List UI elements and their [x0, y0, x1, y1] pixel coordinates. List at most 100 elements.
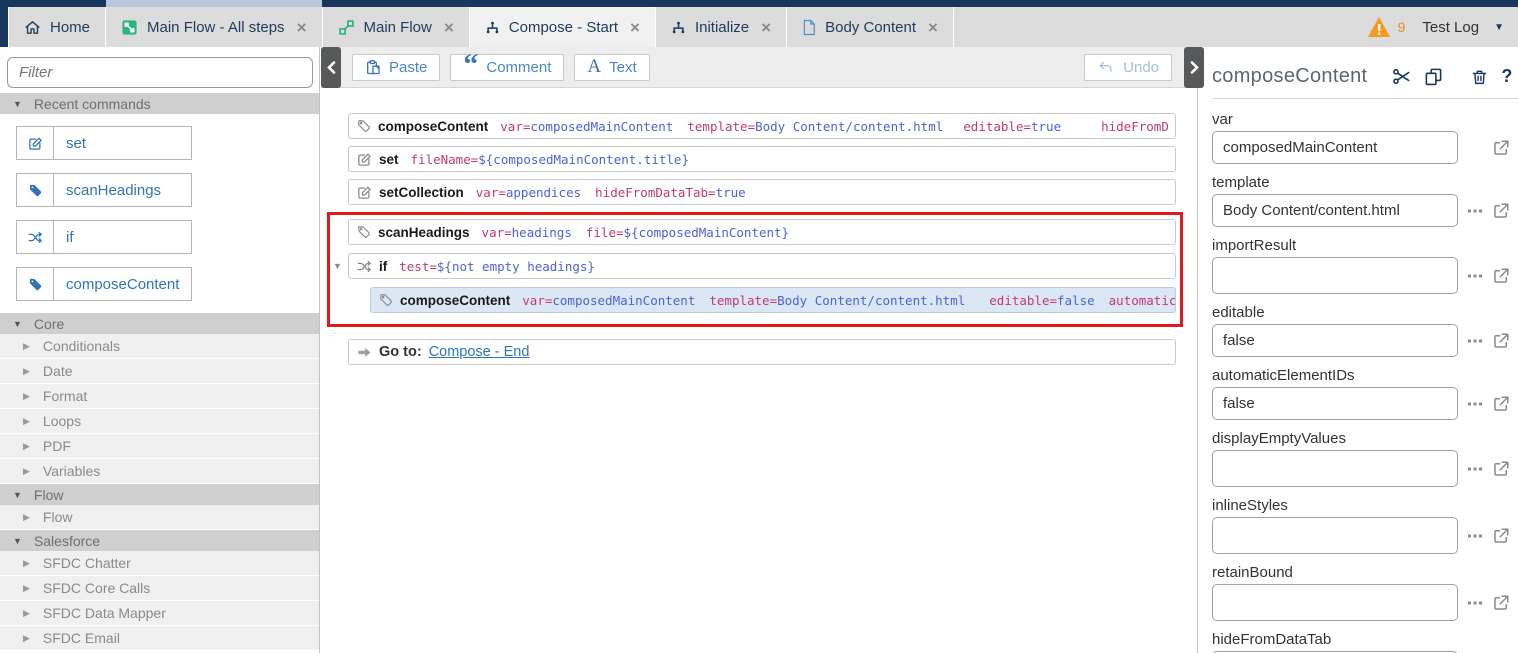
- close-icon[interactable]: ×: [444, 19, 454, 36]
- step-composeContent[interactable]: composeContentvar=composedMainContenttem…: [348, 113, 1176, 139]
- trash-icon[interactable]: [1471, 68, 1488, 86]
- external-link-icon[interactable]: [1492, 202, 1510, 220]
- field-template: template: [1212, 174, 1518, 227]
- category-sfdc-core-calls[interactable]: ▶SFDC Core Calls: [0, 576, 319, 601]
- ellipsis-icon[interactable]: [1467, 601, 1484, 605]
- category-format[interactable]: ▶Format: [0, 384, 319, 409]
- step-param: test=${not empty headings}: [399, 259, 595, 274]
- ellipsis-icon[interactable]: [1467, 402, 1484, 406]
- chevron-right-icon: ▶: [23, 466, 30, 477]
- step-if[interactable]: iftest=${not empty headings}: [348, 253, 1176, 279]
- text-button[interactable]: A Text: [574, 54, 649, 81]
- cut-icon[interactable]: [1392, 67, 1411, 86]
- category-pdf[interactable]: ▶PDF: [0, 434, 319, 459]
- category-conditionals[interactable]: ▶Conditionals: [0, 334, 319, 359]
- step-row: scanHeadingsvar=headingsfile=${composedM…: [348, 219, 1177, 245]
- close-icon[interactable]: ×: [761, 19, 771, 36]
- command-item-set[interactable]: set: [16, 126, 192, 160]
- step-setCollection[interactable]: setCollectionvar=appendiceshideFromDataT…: [348, 179, 1176, 205]
- goto-link[interactable]: Compose - End: [429, 344, 530, 360]
- external-link-icon[interactable]: [1492, 460, 1510, 478]
- chevron-right-icon: ▶: [23, 558, 30, 569]
- section-header-flow[interactable]: ▼Flow: [0, 484, 319, 505]
- category-label: Variables: [43, 463, 100, 479]
- tab-compose-start[interactable]: Compose - Start×: [470, 7, 656, 47]
- collapse-sidebar-button[interactable]: [321, 47, 341, 88]
- retainBound-input[interactable]: [1212, 584, 1458, 621]
- warning-count: 9: [1398, 19, 1406, 35]
- tab-body-content[interactable]: Body Content×: [787, 7, 954, 47]
- goto-label: Go to:: [379, 344, 422, 360]
- command-item-composecontent[interactable]: composeContent: [16, 267, 192, 301]
- field-row: [1212, 194, 1518, 227]
- edit-icon: [357, 152, 372, 167]
- undo-button[interactable]: Undo: [1084, 54, 1172, 81]
- external-link-icon[interactable]: [1492, 527, 1510, 545]
- step-param: template=Body Content/content.html: [709, 293, 965, 308]
- command-item-if[interactable]: if: [16, 220, 192, 254]
- external-link-icon[interactable]: [1492, 139, 1510, 157]
- step-set[interactable]: setfileName=${composedMainContent.title}: [348, 146, 1176, 172]
- filter-input[interactable]: [7, 57, 313, 88]
- var-input[interactable]: [1212, 131, 1458, 164]
- ellipsis-icon[interactable]: [1467, 339, 1484, 343]
- category-date[interactable]: ▶Date: [0, 359, 319, 384]
- section-header-salesforce[interactable]: ▼Salesforce: [0, 530, 319, 551]
- tab-initialize[interactable]: Initialize×: [656, 7, 787, 47]
- category-sfdc-data-mapper[interactable]: ▶SFDC Data Mapper: [0, 601, 319, 626]
- external-link-icon[interactable]: [1492, 267, 1510, 285]
- command-item-scanheadings[interactable]: scanHeadings: [16, 173, 192, 207]
- tab-main-flow[interactable]: Main Flow×: [323, 7, 470, 47]
- chevron-right-icon: ▶: [23, 633, 30, 644]
- step-scanHeadings[interactable]: scanHeadingsvar=headingsfile=${composedM…: [348, 219, 1176, 245]
- step-composeContent[interactable]: composeContentvar=composedMainContenttem…: [370, 287, 1176, 313]
- template-input[interactable]: [1212, 194, 1458, 227]
- step-row: composeContentvar=composedMainContenttem…: [348, 287, 1177, 313]
- recent-commands-header[interactable]: ▼ Recent commands: [0, 93, 319, 114]
- warning-icon[interactable]: [1367, 16, 1391, 38]
- category-label: SFDC Email: [43, 630, 120, 646]
- section-header-core[interactable]: ▼Core: [0, 313, 319, 334]
- tab-home[interactable]: Home: [8, 7, 106, 47]
- category-label: SFDC Core Calls: [43, 580, 150, 596]
- collapse-panel-button[interactable]: [1184, 47, 1204, 88]
- copy-icon[interactable]: [1424, 67, 1443, 86]
- external-link-icon[interactable]: [1492, 395, 1510, 413]
- close-icon[interactable]: ×: [928, 19, 938, 36]
- field-retainBound: retainBound: [1212, 564, 1518, 621]
- automaticElementIDs-input[interactable]: [1212, 387, 1458, 420]
- collapse-step-icon[interactable]: ▼: [333, 261, 342, 271]
- properties-panel: composeContent ? vartemplateimportResult…: [1197, 47, 1518, 653]
- comment-button[interactable]: “ Comment: [450, 54, 564, 81]
- field-automaticElementIDs: automaticElementIDs: [1212, 367, 1518, 420]
- test-log-menu[interactable]: Test Log: [1422, 19, 1479, 36]
- chevron-down-icon[interactable]: ▼: [1494, 22, 1504, 33]
- panel-header: composeContent ?: [1212, 55, 1518, 99]
- category-sfdc-chatter[interactable]: ▶SFDC Chatter: [0, 551, 319, 576]
- command-sections: ▼Core▶Conditionals▶Date▶Format▶Loops▶PDF…: [0, 313, 319, 651]
- ellipsis-icon[interactable]: [1467, 467, 1484, 471]
- tab-main-flow-all-steps[interactable]: Main Flow - All steps×: [106, 7, 322, 47]
- ellipsis-icon[interactable]: [1467, 534, 1484, 538]
- goto-step[interactable]: Go to: Compose - End: [348, 339, 1176, 365]
- ellipsis-icon[interactable]: [1467, 274, 1484, 278]
- external-link-icon[interactable]: [1492, 594, 1510, 612]
- field-displayEmptyValues: displayEmptyValues: [1212, 430, 1518, 487]
- editable-input[interactable]: [1212, 324, 1458, 357]
- inlineStyles-input[interactable]: [1212, 517, 1458, 554]
- ellipsis-icon[interactable]: [1467, 209, 1484, 213]
- paste-button[interactable]: Paste: [352, 54, 440, 81]
- close-icon[interactable]: ×: [630, 19, 640, 36]
- external-link-icon[interactable]: [1492, 332, 1510, 350]
- field-label: template: [1212, 174, 1518, 191]
- category-variables[interactable]: ▶ Variables: [0, 459, 319, 484]
- importResult-input[interactable]: [1212, 257, 1458, 294]
- category-sfdc-email[interactable]: ▶ SFDC Email: [0, 626, 319, 651]
- category-loops[interactable]: ▶Loops: [0, 409, 319, 434]
- help-icon[interactable]: ?: [1501, 66, 1512, 87]
- close-icon[interactable]: ×: [297, 19, 307, 36]
- category-flow[interactable]: ▶Flow: [0, 505, 319, 530]
- chevron-right-icon: ▶: [23, 441, 30, 452]
- displayEmptyValues-input[interactable]: [1212, 450, 1458, 487]
- field-row: [1212, 324, 1518, 357]
